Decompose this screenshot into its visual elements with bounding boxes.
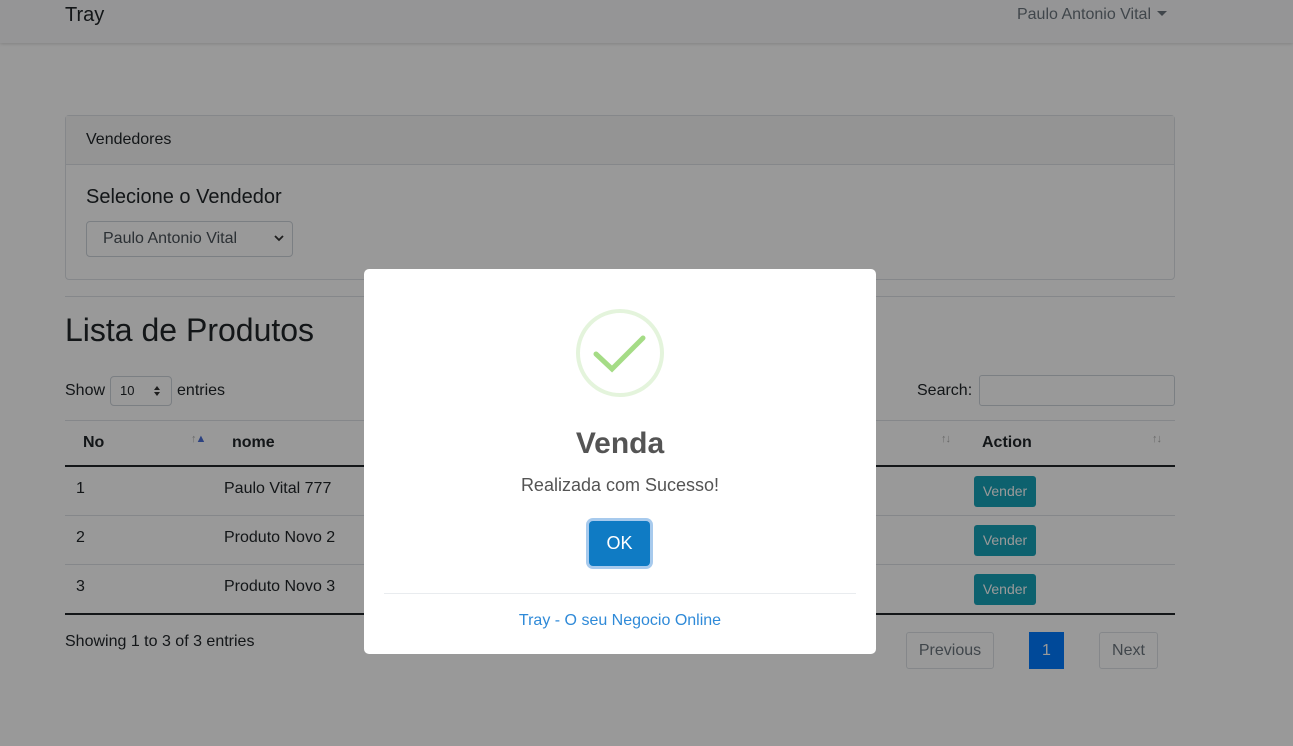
ok-button[interactable]: OK xyxy=(589,521,650,566)
modal-text: Realizada com Sucesso! xyxy=(520,475,720,495)
modal-title: Venda xyxy=(575,427,665,460)
modal-divider xyxy=(384,593,856,594)
success-check-icon xyxy=(576,309,664,397)
success-modal: Venda Realizada com Sucesso! OK Tray - O… xyxy=(364,269,876,654)
modal-footer-link[interactable]: Tray - O seu Negocio Online xyxy=(364,612,876,630)
